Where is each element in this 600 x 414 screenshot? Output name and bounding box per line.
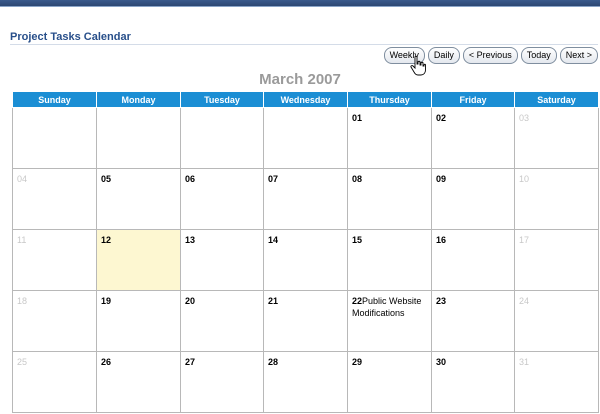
day-number[interactable]: 20	[185, 296, 195, 306]
calendar-day-cell[interactable]: 10	[514, 168, 599, 230]
calendar-day-cell[interactable]: 13	[180, 229, 264, 291]
calendar-day-cell[interactable]	[180, 107, 264, 169]
day-number[interactable]: 25	[17, 357, 27, 367]
day-number[interactable]: 08	[352, 174, 362, 184]
calendar-day-cell[interactable]: 20	[180, 290, 264, 352]
calendar-week-row: 18 19 20 21 22Public Website Modifications 23…	[12, 290, 599, 352]
day-number[interactable]: 01	[352, 113, 362, 123]
calendar-day-cell[interactable]: 27	[180, 351, 264, 413]
calendar-week-row: 01 02 03	[12, 107, 599, 169]
calendar-day-cell[interactable]: 02	[431, 107, 515, 169]
calendar-day-cell[interactable]	[12, 107, 97, 169]
calendar-day-cell[interactable]: 08	[347, 168, 432, 230]
day-number[interactable]: 23	[436, 296, 446, 306]
calendar-event-link[interactable]: Public Website Modifications	[352, 296, 421, 318]
day-number[interactable]: 22	[352, 295, 362, 307]
calendar-day-cell[interactable]	[96, 107, 181, 169]
day-number[interactable]: 16	[436, 235, 446, 245]
weekday-header: Sunday	[12, 91, 97, 108]
day-number[interactable]: 30	[436, 357, 446, 367]
day-number[interactable]: 17	[519, 235, 529, 245]
month-calendar-grid: Sunday Monday Tuesday Wednesday Thursday…	[12, 91, 599, 413]
previous-button[interactable]: < Previous	[462, 47, 518, 64]
weekday-header-row: Sunday Monday Tuesday Wednesday Thursday…	[12, 91, 599, 108]
day-number[interactable]: 06	[185, 174, 195, 184]
calendar-day-cell[interactable]: 19	[96, 290, 181, 352]
day-number[interactable]: 29	[352, 357, 362, 367]
calendar-day-cell[interactable]: 24	[514, 290, 599, 352]
day-number[interactable]: 04	[17, 174, 27, 184]
calendar-day-cell[interactable]: 31	[514, 351, 599, 413]
calendar-day-cell[interactable]: 07	[263, 168, 348, 230]
calendar-day-cell[interactable]: 22Public Website Modifications	[347, 290, 432, 352]
calendar-day-cell[interactable]: 21	[263, 290, 348, 352]
month-title: March 2007	[259, 71, 341, 88]
calendar-day-cell[interactable]: 17	[514, 229, 599, 291]
calendar-week-row: 04 05 06 07 08 09 10	[12, 168, 599, 230]
weekday-header: Wednesday	[263, 91, 348, 108]
calendar-day-cell[interactable]: 01	[347, 107, 432, 169]
day-number[interactable]: 19	[101, 296, 111, 306]
calendar-day-cell[interactable]: 25	[12, 351, 97, 413]
day-number[interactable]: 11	[17, 235, 26, 245]
calendar-day-cell[interactable]: 04	[12, 168, 97, 230]
day-number[interactable]: 31	[519, 357, 529, 367]
calendar-day-cell[interactable]: 23	[431, 290, 515, 352]
day-number[interactable]: 02	[436, 113, 446, 123]
weekday-header: Saturday	[514, 91, 599, 108]
top-banner-bar	[0, 0, 600, 7]
calendar-day-cell[interactable]	[263, 107, 348, 169]
calendar-day-cell[interactable]: 09	[431, 168, 515, 230]
calendar-day-cell[interactable]: 06	[180, 168, 264, 230]
weekday-header: Monday	[96, 91, 181, 108]
day-number[interactable]: 13	[185, 235, 195, 245]
daily-button[interactable]: Daily	[427, 47, 460, 64]
day-number[interactable]: 14	[268, 235, 278, 245]
today-button[interactable]: Today	[520, 47, 557, 64]
weekday-header: Thursday	[347, 91, 432, 108]
calendar-day-cell[interactable]: 05	[96, 168, 181, 230]
day-number[interactable]: 26	[101, 357, 111, 367]
day-number[interactable]: 21	[268, 296, 278, 306]
day-number[interactable]: 15	[352, 235, 362, 245]
day-number[interactable]: 24	[519, 296, 529, 306]
next-button[interactable]: Next >	[559, 47, 598, 64]
calendar-day-cell[interactable]: 03	[514, 107, 599, 169]
day-number[interactable]: 09	[436, 174, 446, 184]
day-number[interactable]: 28	[268, 357, 278, 367]
calendar-day-cell[interactable]: 12	[96, 229, 181, 291]
day-number[interactable]: 27	[185, 357, 195, 367]
calendar-week-row: 25 26 27 28 29 30 31	[12, 351, 599, 413]
day-number[interactable]: 18	[17, 296, 27, 306]
calendar-day-cell[interactable]: 18	[12, 290, 97, 352]
calendar-day-cell[interactable]: 15	[347, 229, 432, 291]
calendar-day-cell[interactable]: 29	[347, 351, 432, 413]
calendar-day-cell[interactable]: 14	[263, 229, 348, 291]
day-number[interactable]: 10	[519, 174, 529, 184]
day-number[interactable]: 12	[101, 235, 111, 245]
region-divider	[10, 44, 598, 45]
calendar-day-cell[interactable]: 26	[96, 351, 181, 413]
region-title: Project Tasks Calendar	[10, 31, 131, 43]
calendar-week-row: 11 12 13 14 15 16 17	[12, 229, 599, 291]
day-number[interactable]: 07	[268, 174, 278, 184]
weekday-header: Friday	[431, 91, 515, 108]
day-number[interactable]: 05	[101, 174, 111, 184]
weekday-header: Tuesday	[180, 91, 264, 108]
calendar-day-cell[interactable]: 28	[263, 351, 348, 413]
day-number[interactable]: 03	[519, 113, 529, 123]
calendar-day-cell[interactable]: 11	[12, 229, 97, 291]
calendar-day-cell[interactable]: 30	[431, 351, 515, 413]
calendar-day-cell[interactable]: 16	[431, 229, 515, 291]
